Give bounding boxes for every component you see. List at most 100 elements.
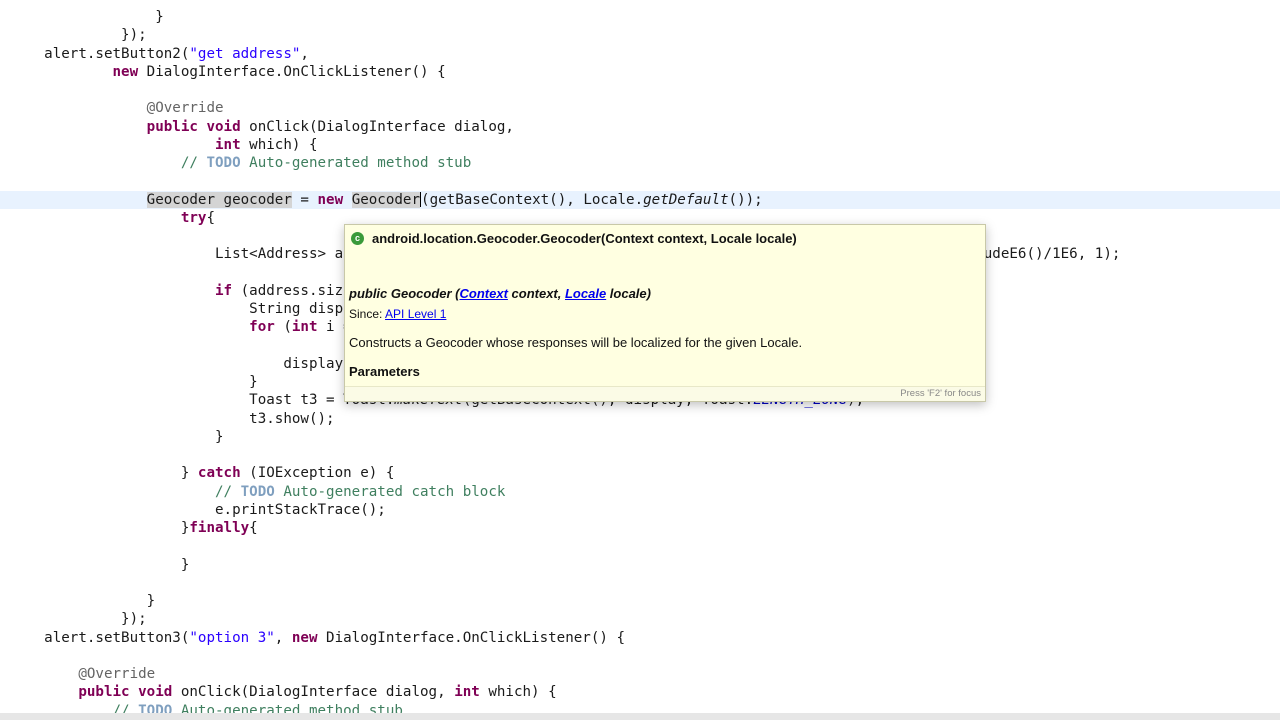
- popup-description: Constructs a Geocoder whose responses wi…: [349, 335, 803, 350]
- code-token: }: [10, 9, 164, 25]
- code-token: //: [215, 483, 241, 500]
- popup-focus-hint: Press 'F2' for focus: [345, 386, 985, 401]
- code-line[interactable]: alert.setButton2("get address",: [0, 45, 1280, 63]
- code-token: ());: [728, 191, 763, 208]
- code-line[interactable]: }: [0, 428, 1280, 446]
- code-token: ,: [300, 45, 309, 62]
- popup-parameters-heading: Parameters: [349, 364, 420, 379]
- code-token: e.printStackTrace();: [10, 501, 386, 518]
- code-line[interactable]: [0, 647, 1280, 665]
- code-token: Toast t3 = Toast.: [10, 392, 395, 409]
- code-token: alert.setButton3(: [10, 629, 190, 646]
- code-line-current[interactable]: Geocoder geocoder = new Geocoder(getBase…: [0, 190, 1280, 209]
- code-token: new: [317, 191, 344, 208]
- code-line[interactable]: [0, 81, 1280, 99]
- javadoc-hover-popup[interactable]: c android.location.Geocoder.Geocoder(Con…: [344, 224, 986, 402]
- code-token: });: [10, 27, 147, 44]
- code-line[interactable]: }: [0, 556, 1280, 574]
- code-token: int: [454, 684, 480, 701]
- code-token: }: [10, 593, 156, 609]
- code-token: public: [78, 684, 130, 701]
- code-token: }: [10, 374, 258, 390]
- decl-suffix: locale): [606, 286, 651, 301]
- code-line[interactable]: t3.show();: [0, 410, 1280, 428]
- code-token: Auto-generated catch block: [274, 483, 506, 500]
- code-token: TODO: [240, 483, 275, 500]
- code-line[interactable]: // TODO Auto-generated catch block: [0, 483, 1280, 501]
- code-line[interactable]: [0, 537, 1280, 555]
- code-token: =: [291, 191, 318, 208]
- code-token: (IOException e) {: [240, 465, 395, 482]
- popup-since: Since: API Level 1: [349, 307, 446, 321]
- code-token: int: [291, 319, 318, 336]
- code-line[interactable]: public void onClick(DialogInterface dial…: [0, 683, 1280, 701]
- code-token: {: [249, 520, 258, 536]
- code-token: if: [215, 282, 233, 299]
- code-line[interactable]: // TODO Auto-generated method stub: [0, 154, 1280, 172]
- code-token: getDefault: [643, 191, 729, 208]
- code-token: finally: [189, 520, 250, 536]
- code-token: catch: [197, 465, 241, 482]
- decl-middle: context,: [507, 286, 565, 301]
- code-line[interactable]: public void onClick(DialogInterface dial…: [0, 118, 1280, 136]
- code-token: @Override: [78, 666, 156, 682]
- code-line[interactable]: int which) {: [0, 136, 1280, 154]
- code-token: @Override: [146, 100, 224, 117]
- code-token: }: [10, 428, 224, 445]
- code-line[interactable]: }: [0, 8, 1280, 26]
- popup-header: c android.location.Geocoder.Geocoder(Con…: [351, 229, 797, 247]
- code-token: "get address": [189, 45, 301, 62]
- code-line[interactable]: e.printStackTrace();: [0, 501, 1280, 519]
- code-token: //: [180, 155, 207, 171]
- code-line[interactable]: });: [0, 610, 1280, 628]
- code-token: ,: [274, 629, 292, 646]
- code-line[interactable]: }: [0, 592, 1280, 610]
- code-token: "option 3": [189, 629, 275, 646]
- code-line[interactable]: });: [0, 26, 1280, 44]
- code-token: Geocoder geocoder: [146, 191, 292, 208]
- code-token: DialogInterface.OnClickListener() {: [138, 63, 446, 80]
- code-line[interactable]: new DialogInterface.OnClickListener() {: [0, 63, 1280, 81]
- decl-prefix: public Geocoder (: [349, 286, 460, 301]
- api-level-link[interactable]: API Level 1: [385, 307, 446, 321]
- code-line[interactable]: @Override: [0, 99, 1280, 117]
- code-token: onClick(DialogInterface dialog,: [172, 684, 455, 701]
- code-token: DialogInterface.OnClickListener() {: [317, 629, 626, 646]
- code-line[interactable]: [0, 574, 1280, 592]
- code-token: new: [291, 629, 318, 646]
- code-token: Geocoder: [351, 191, 421, 208]
- code-token: new: [112, 63, 139, 80]
- code-line[interactable]: }finally{: [0, 519, 1280, 537]
- code-token: Auto-generated method stub: [240, 155, 472, 171]
- code-token: which) {: [479, 684, 557, 701]
- code-line[interactable]: [0, 172, 1280, 190]
- locale-type-link[interactable]: Locale: [565, 286, 606, 301]
- code-token: onClick(DialogInterface dialog,: [240, 118, 514, 135]
- code-line[interactable]: [0, 446, 1280, 464]
- code-token: }: [10, 465, 198, 482]
- popup-declaration: public Geocoder (Context context, Locale…: [349, 286, 651, 301]
- code-token: void: [206, 118, 241, 135]
- code-line[interactable]: alert.setButton3("option 3", new DialogI…: [0, 629, 1280, 647]
- code-token: void: [138, 684, 173, 701]
- code-token: TODO: [206, 155, 241, 171]
- code-token: t3.show();: [10, 410, 335, 427]
- code-line[interactable]: @Override: [0, 665, 1280, 683]
- popup-signature: android.location.Geocoder.Geocoder(Conte…: [372, 230, 797, 246]
- code-token: {: [206, 209, 216, 226]
- code-token: int: [215, 136, 241, 153]
- code-line[interactable]: } catch (IOException e) {: [0, 464, 1280, 482]
- code-token: which) {: [240, 136, 318, 153]
- context-type-link[interactable]: Context: [460, 286, 508, 301]
- code-token: try: [180, 209, 207, 226]
- constructor-icon: c: [351, 231, 364, 245]
